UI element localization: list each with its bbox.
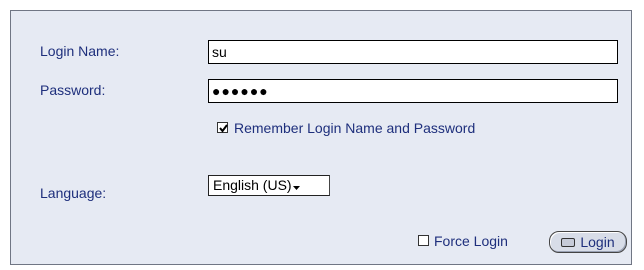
checkmark-icon: [219, 124, 228, 133]
login-panel: Login Name: su Password: ●●●●●● Remember…: [10, 10, 632, 265]
language-select[interactable]: English (US): [208, 175, 330, 196]
language-label: Language:: [40, 185, 107, 201]
password-input[interactable]: ●●●●●●: [208, 79, 618, 103]
force-login-checkbox[interactable]: [418, 235, 429, 246]
login-name-label: Login Name:: [40, 43, 120, 59]
password-label: Password:: [40, 82, 106, 98]
remember-checkbox[interactable]: [217, 122, 228, 133]
language-selected-value: English (US): [213, 177, 292, 193]
remember-label: Remember Login Name and Password: [234, 120, 476, 136]
login-name-input[interactable]: su: [208, 40, 618, 64]
chevron-down-icon: [292, 177, 300, 196]
login-button[interactable]: Login: [549, 231, 627, 253]
force-login-label: Force Login: [434, 233, 508, 249]
login-button-label: Login: [580, 234, 615, 250]
keyboard-icon: [561, 237, 576, 247]
